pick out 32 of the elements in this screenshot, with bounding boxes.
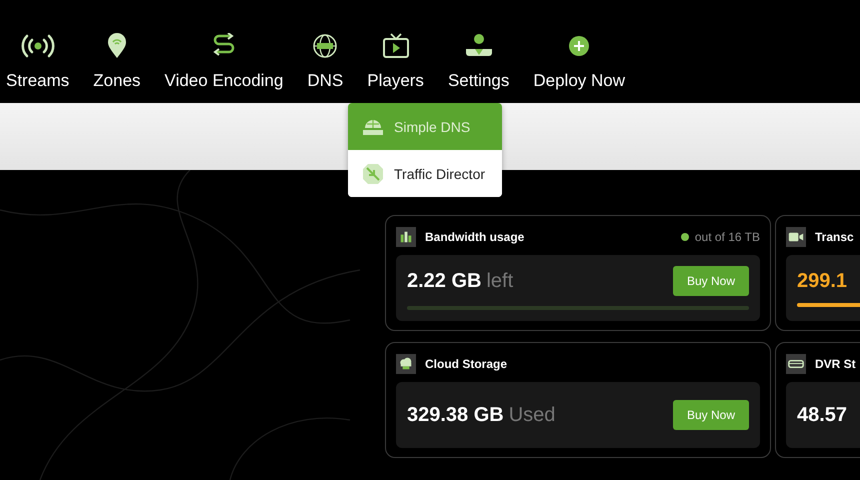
add-icon <box>568 33 590 59</box>
quota-note: out of 16 TB <box>694 230 760 244</box>
card-title: DVR St <box>815 357 856 371</box>
usage-value: 329.38 GB <box>407 404 504 426</box>
tv-icon <box>382 33 410 59</box>
menu-item[interactable]: Traffic Director <box>348 150 502 197</box>
nav-item[interactable]: Zones <box>81 33 153 91</box>
nav-item[interactable]: Deploy Now <box>521 33 638 91</box>
nav-item[interactable]: Players <box>355 33 436 91</box>
card-title: Cloud Storage <box>425 357 508 371</box>
usage-value: 299.1 <box>797 270 848 292</box>
nav-item[interactable]: Video Encoding <box>152 33 296 91</box>
card-icon <box>786 354 806 374</box>
card-icon <box>396 354 416 374</box>
nav-item[interactable]: Streams <box>0 33 82 91</box>
arrows-icon <box>362 162 384 184</box>
location-pin-icon <box>106 33 128 59</box>
nav-item[interactable]: DNS <box>295 33 356 91</box>
broadcast-icon <box>20 33 55 59</box>
card-title: Transc <box>815 230 854 244</box>
status-dot <box>680 233 689 241</box>
nav-item[interactable]: Settings <box>436 33 522 91</box>
card-icon <box>396 227 416 247</box>
usage-unit: left <box>486 270 514 292</box>
usage-value: 48.57 <box>797 404 848 426</box>
usage-unit: Used <box>508 404 556 426</box>
usage-value: 2.22 GB <box>407 270 482 292</box>
card-icon <box>786 227 806 247</box>
globe-icon <box>312 33 338 59</box>
card-title: Bandwidth usage <box>425 230 524 244</box>
server-icon <box>362 118 384 136</box>
user-icon <box>464 33 494 59</box>
